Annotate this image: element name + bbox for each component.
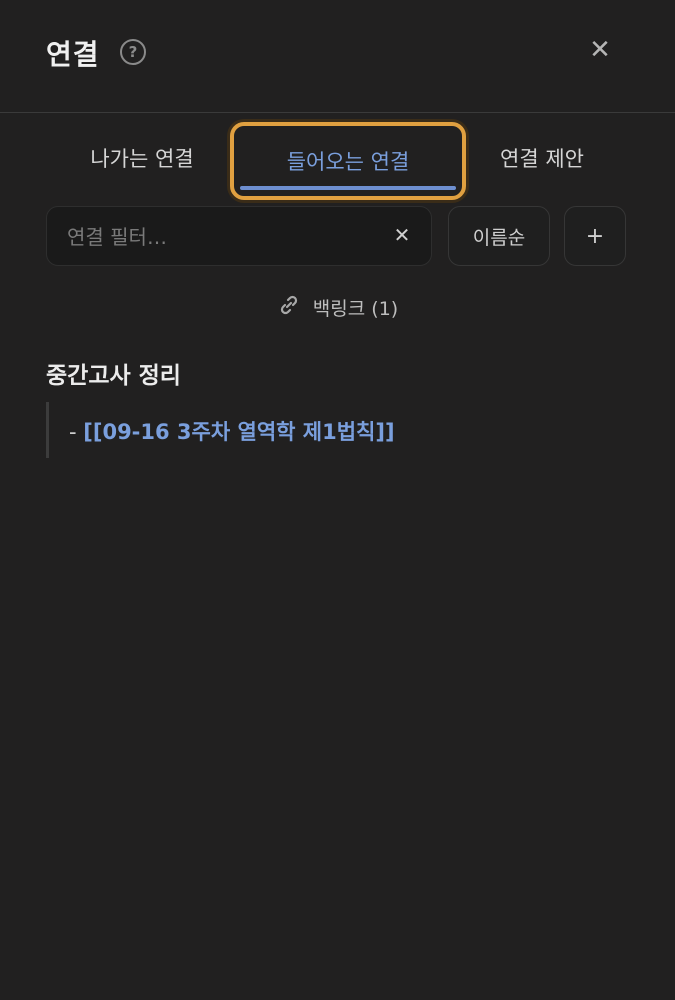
backlinks-count-label: 백링크 (1)	[312, 297, 399, 320]
link-filter-input[interactable]	[47, 207, 399, 267]
close-icon[interactable]: ✕	[586, 35, 614, 65]
panel-title: 연결	[46, 38, 100, 71]
panel-header: 연결 ? ✕	[0, 0, 675, 113]
add-button[interactable]: +	[564, 206, 626, 266]
list-item: - [[09-16 3주차 열역학 제1법칙]]	[69, 416, 395, 446]
tab-incoming-label: 들어오는 연결	[286, 150, 410, 174]
active-tab-indicator	[240, 186, 456, 190]
clear-filter-icon[interactable]: ✕	[391, 223, 413, 247]
sort-by-name-button[interactable]: 이름순	[448, 206, 550, 266]
tab-outgoing-links[interactable]: 나가는 연결	[70, 132, 214, 184]
connection-tabs: 나가는 연결 들어오는 연결 연결 제안	[0, 114, 675, 204]
link-filter-box: ✕	[46, 206, 432, 267]
backlinks-header[interactable]: 백링크 (1)	[0, 290, 675, 324]
tab-link-suggestions[interactable]: 연결 제안	[480, 132, 604, 184]
backlink-wiki-link[interactable]: [[09-16 3주차 열역학 제1법칙]]	[83, 420, 394, 444]
tab-incoming-links[interactable]: 들어오는 연결	[230, 122, 466, 200]
help-icon[interactable]: ?	[120, 39, 146, 65]
backlink-context-block: - [[09-16 3주차 열역학 제1법칙]]	[46, 402, 609, 458]
link-icon	[277, 293, 301, 322]
list-item-prefix: -	[69, 420, 84, 444]
backlink-source-title[interactable]: 중간고사 정리	[46, 356, 181, 390]
